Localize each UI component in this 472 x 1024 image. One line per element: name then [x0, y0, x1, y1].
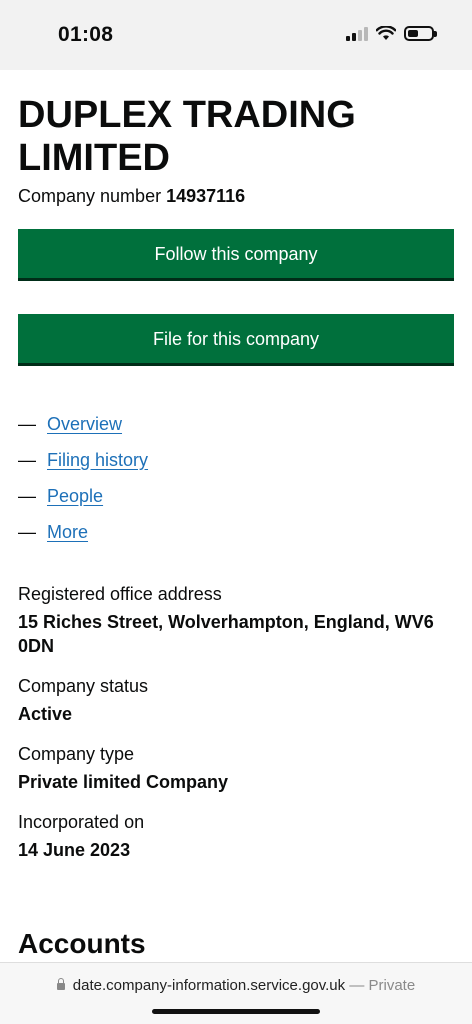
accounts-heading: Accounts: [18, 928, 146, 959]
filing-history-link[interactable]: Filing history: [47, 450, 148, 471]
company-type-label: Company type: [18, 744, 135, 764]
nav-dash: —: [18, 449, 36, 470]
address-line[interactable]: date.company-information.service.gov.uk …: [0, 977, 472, 994]
company-status-field: Company status Active: [18, 674, 454, 726]
company-nav-list: — Overview — Filing history — People — M…: [18, 406, 454, 550]
battery-icon: [404, 25, 437, 41]
incorporated-label: Incorporated on: [18, 812, 145, 832]
file-for-company-button[interactable]: File for this company: [18, 314, 454, 366]
company-name-heading: DUPLEX TRADING LIMITED: [18, 94, 356, 179]
incorporated-field: Incorporated on 14 June 2023: [18, 810, 454, 862]
follow-company-button[interactable]: Follow this company: [18, 229, 454, 281]
wifi-icon: [376, 25, 396, 40]
url-separator: —: [349, 977, 365, 994]
company-status-label: Company status: [18, 676, 149, 696]
incorporated-value: 14 June 2023: [18, 840, 131, 860]
registered-office-value: 15 Riches Street, Wolverhampton, England…: [18, 612, 434, 656]
cellular-signal-icon: [346, 25, 368, 41]
browser-address-bar[interactable]: date.company-information.service.gov.uk …: [0, 962, 472, 1024]
nav-dash: —: [18, 485, 36, 506]
private-mode-label: Private: [368, 977, 416, 994]
nav-item-filing-history: — Filing history: [18, 442, 454, 478]
more-link[interactable]: More: [47, 522, 88, 543]
url-text[interactable]: date.company-information.service.gov.uk: [73, 977, 345, 994]
nav-item-overview: — Overview: [18, 406, 454, 442]
home-indicator[interactable]: [152, 1009, 320, 1014]
company-type-value: Private limited Company: [18, 772, 229, 792]
company-number-value: 14937116: [166, 186, 246, 206]
status-time: 01:08: [58, 23, 114, 46]
lock-icon: [56, 978, 65, 990]
nav-item-people: — People: [18, 478, 454, 514]
main-content: DUPLEX TRADING LIMITED Company number 14…: [18, 70, 454, 862]
company-type-field: Company type Private limited Company: [18, 742, 454, 794]
registered-office-label: Registered office address: [18, 584, 222, 604]
nav-dash: —: [18, 521, 36, 542]
status-bar: 01:08: [0, 0, 472, 70]
nav-dash: —: [18, 413, 36, 434]
overview-link[interactable]: Overview: [47, 414, 122, 435]
people-link[interactable]: People: [47, 486, 103, 507]
status-icons: [346, 25, 437, 41]
company-number-row: Company number 14937116: [18, 184, 454, 208]
registered-office-field: Registered office address 15 Riches Stre…: [18, 582, 454, 658]
company-status-value: Active: [18, 704, 73, 724]
nav-item-more: — More: [18, 514, 454, 550]
company-number-label: Company number: [18, 186, 162, 206]
